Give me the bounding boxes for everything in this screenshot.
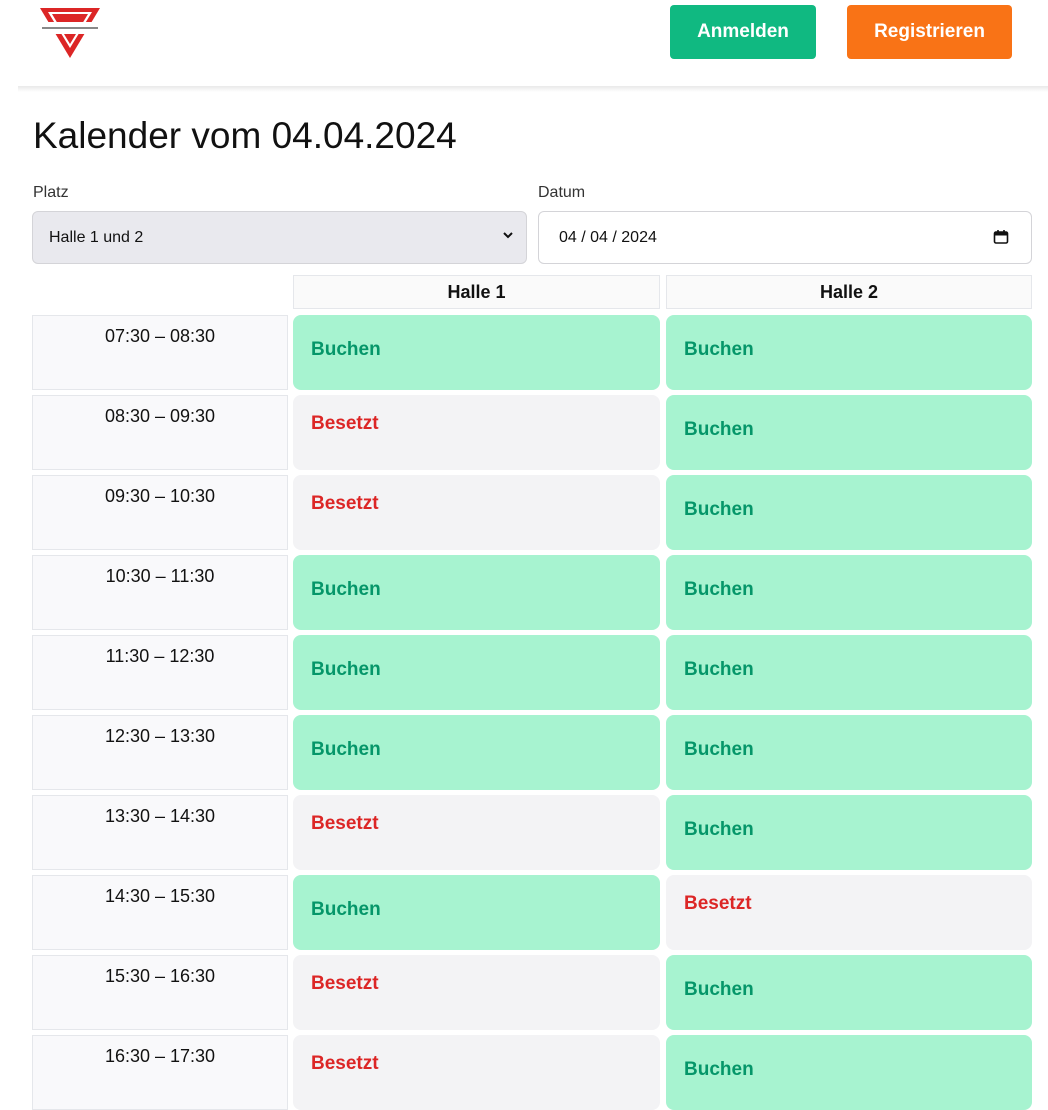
top-navigation-bar: Anmelden Registrieren [0, 0, 1048, 64]
header-shadow-divider [18, 86, 1048, 92]
datum-input-value: 04 / 04 / 2024 [559, 228, 657, 246]
time-slot-label: 07:30 – 08:30 [32, 315, 288, 390]
column-header-halle-2: Halle 2 [666, 275, 1032, 309]
chevron-down-icon [503, 232, 513, 239]
book-slot-button[interactable]: Buchen [666, 475, 1032, 550]
login-button[interactable]: Anmelden [670, 5, 816, 59]
book-slot-button[interactable]: Buchen [293, 555, 660, 630]
platz-select-value: Halle 1 und 2 [49, 228, 144, 246]
time-slot-label: 16:30 – 17:30 [32, 1035, 288, 1110]
occupied-slot: Besetzt [293, 395, 660, 470]
book-slot-button[interactable]: Buchen [293, 875, 660, 950]
time-slot-label: 12:30 – 13:30 [32, 715, 288, 790]
book-slot-button[interactable]: Buchen [666, 795, 1032, 870]
time-slot-label: 11:30 – 12:30 [32, 635, 288, 710]
occupied-slot: Besetzt [293, 795, 660, 870]
logo-shield-icon [40, 8, 100, 58]
book-slot-button[interactable]: Buchen [666, 955, 1032, 1030]
occupied-slot: Besetzt [293, 955, 660, 1030]
platz-label: Platz [33, 184, 69, 201]
datum-input[interactable]: 04 / 04 / 2024 [538, 211, 1032, 264]
book-slot-button[interactable]: Buchen [293, 715, 660, 790]
time-slot-label: 10:30 – 11:30 [32, 555, 288, 630]
occupied-slot: Besetzt [666, 875, 1032, 950]
time-slot-label: 09:30 – 10:30 [32, 475, 288, 550]
book-slot-button[interactable]: Buchen [666, 635, 1032, 710]
book-slot-button[interactable]: Buchen [666, 315, 1032, 390]
register-button[interactable]: Registrieren [847, 5, 1012, 59]
book-slot-button[interactable]: Buchen [666, 555, 1032, 630]
time-slot-label: 15:30 – 16:30 [32, 955, 288, 1030]
column-header-halle-1: Halle 1 [293, 275, 660, 309]
datum-label: Datum [538, 184, 586, 201]
time-slot-label: 08:30 – 09:30 [32, 395, 288, 470]
book-slot-button[interactable]: Buchen [293, 635, 660, 710]
calendar-icon[interactable] [993, 229, 1009, 245]
book-slot-button[interactable]: Buchen [666, 395, 1032, 470]
book-slot-button[interactable]: Buchen [293, 315, 660, 390]
book-slot-button[interactable]: Buchen [666, 1035, 1032, 1110]
platz-select[interactable]: Halle 1 und 2 [32, 211, 527, 264]
club-logo[interactable] [38, 4, 102, 60]
page-title: Kalender vom 04.04.2024 [33, 115, 457, 156]
occupied-slot: Besetzt [293, 475, 660, 550]
time-slot-label: 14:30 – 15:30 [32, 875, 288, 950]
book-slot-button[interactable]: Buchen [666, 715, 1032, 790]
occupied-slot: Besetzt [293, 1035, 660, 1110]
time-slot-label: 13:30 – 14:30 [32, 795, 288, 870]
